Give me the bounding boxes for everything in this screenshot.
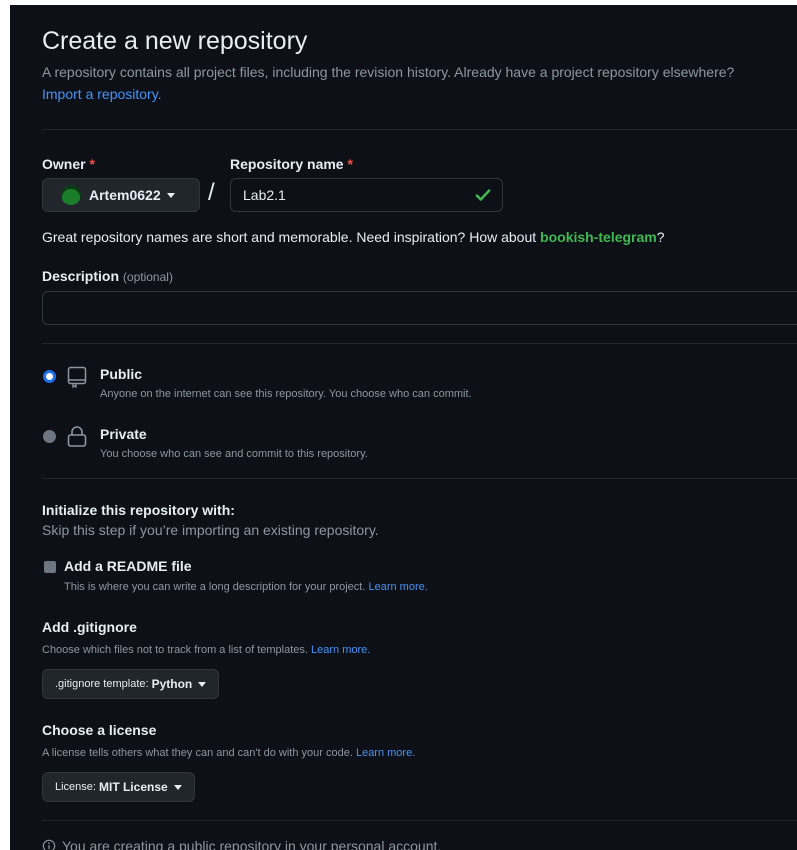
license-select[interactable]: License: MIT License [42, 772, 195, 802]
optional-tag: (optional) [122, 270, 173, 284]
public-title: Public [100, 366, 143, 382]
gitignore-description-text: Choose which files not to track from a l… [42, 644, 308, 656]
info-icon [42, 839, 56, 850]
repo-name-hint: Great repository names are short and mem… [42, 229, 665, 245]
license-select-value: MIT License [98, 780, 168, 794]
check-icon [475, 189, 491, 201]
license-select-prefix: License: [55, 781, 96, 793]
gitignore-select-prefix: .gitignore template: [55, 678, 149, 690]
hint-suffix: ? [656, 229, 665, 245]
owner-repo-separator: / [208, 179, 215, 206]
caret-down-icon [173, 784, 182, 790]
repo-name-input[interactable] [230, 178, 503, 212]
import-repository-link[interactable]: Import a repository. [42, 86, 162, 102]
page-title: Create a new repository [42, 27, 308, 55]
caret-down-icon [198, 681, 207, 687]
name-suggestion-link[interactable]: bookish-telegram [540, 229, 657, 245]
divider [42, 820, 797, 821]
private-title: Private [100, 426, 147, 442]
readme-description: This is where you can write a long descr… [64, 581, 428, 593]
avatar [61, 185, 81, 205]
readme-checkbox[interactable] [44, 561, 56, 573]
divider [42, 343, 797, 344]
gitignore-learn-more-link[interactable]: Learn more. [311, 644, 370, 656]
license-title: Choose a license [42, 722, 157, 738]
license-learn-more-link[interactable]: Learn more. [356, 747, 415, 759]
gitignore-description: Choose which files not to track from a l… [42, 644, 370, 656]
private-description: You choose who can see and commit to thi… [100, 448, 368, 460]
divider [42, 129, 797, 130]
repo-name-label-text: Repository name [230, 156, 344, 172]
gitignore-title: Add .gitignore [42, 619, 137, 635]
divider [42, 478, 797, 479]
owner-select-button[interactable]: Artem0622 [42, 178, 200, 212]
readme-description-text: This is where you can write a long descr… [64, 581, 366, 593]
required-mark: * [89, 156, 95, 172]
public-repo-info: You are creating a public repository in … [42, 838, 441, 850]
hint-prefix: Great repository names are short and mem… [42, 229, 537, 245]
repo-name-label: Repository name * [230, 156, 353, 172]
caret-down-icon [166, 192, 175, 198]
description-label-text: Description [42, 268, 120, 284]
public-radio[interactable] [43, 370, 56, 383]
license-description-text: A license tells others what they can and… [42, 747, 353, 759]
description-input[interactable] [42, 291, 797, 325]
readme-label[interactable]: Add a README file [64, 558, 192, 574]
lock-icon [67, 426, 87, 447]
private-radio[interactable] [43, 430, 56, 443]
public-description: Anyone on the internet can see this repo… [100, 388, 472, 400]
owner-value: Artem0622 [89, 187, 161, 203]
owner-label: Owner * [42, 156, 95, 172]
required-mark: * [347, 156, 353, 172]
description-label: Description (optional) [42, 268, 173, 284]
license-description: A license tells others what they can and… [42, 747, 415, 759]
create-repository-page: Create a new repository A repository con… [10, 5, 797, 850]
repo-icon [67, 366, 87, 389]
info-text: You are creating a public repository in … [62, 838, 442, 850]
initialize-subtitle: Skip this step if you’re importing an ex… [42, 522, 379, 538]
readme-learn-more-link[interactable]: Learn more. [368, 581, 427, 593]
gitignore-template-select[interactable]: .gitignore template: Python [42, 669, 220, 699]
page-subtitle: A repository contains all project files,… [42, 64, 735, 80]
gitignore-select-value: Python [151, 677, 193, 691]
initialize-title: Initialize this repository with: [42, 502, 235, 518]
owner-label-text: Owner [42, 156, 86, 172]
